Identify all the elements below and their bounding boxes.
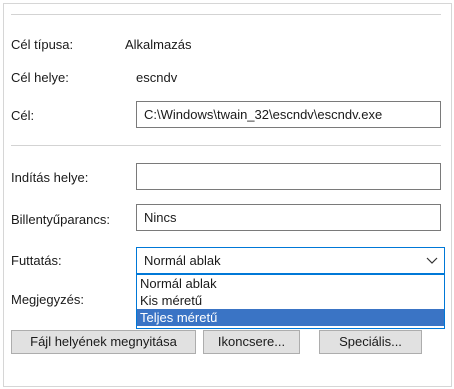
shortcut-key-field[interactable]: Nincs: [136, 204, 441, 231]
run-select[interactable]: Normál ablak: [136, 247, 445, 274]
run-option-minimized[interactable]: Kis méretű: [137, 292, 444, 309]
change-icon-button[interactable]: Ikoncsere...: [203, 330, 300, 354]
run-option-normal[interactable]: Normál ablak: [137, 275, 444, 292]
run-option-maximized[interactable]: Teljes méretű: [137, 309, 444, 326]
target-location-label: Cél helye:: [11, 70, 69, 85]
run-dropdown-list: Normál ablak Kis méretű Teljes méretű: [136, 274, 445, 329]
chevron-down-icon[interactable]: [425, 248, 439, 273]
middle-divider: [11, 145, 441, 146]
comment-label: Megjegyzés:: [11, 292, 84, 307]
start-in-label: Indítás helye:: [11, 170, 89, 185]
advanced-button[interactable]: Speciális...: [319, 330, 422, 354]
run-label: Futtatás:: [11, 253, 62, 268]
target-location-value: escndv: [136, 70, 178, 85]
shortcut-key-label: Billentyűparancs:: [11, 212, 110, 227]
start-in-field[interactable]: [136, 163, 441, 190]
target-type-label: Cél típusa:: [11, 37, 74, 52]
target-field[interactable]: C:\Windows\twain_32\escndv\escndv.exe: [136, 101, 441, 128]
run-select-value: Normál ablak: [144, 253, 221, 268]
target-type-value: Alkalmazás: [125, 37, 192, 52]
open-file-location-button[interactable]: Fájl helyének megnyitása: [11, 330, 196, 354]
target-label: Cél:: [11, 108, 35, 123]
top-divider: [11, 14, 441, 15]
